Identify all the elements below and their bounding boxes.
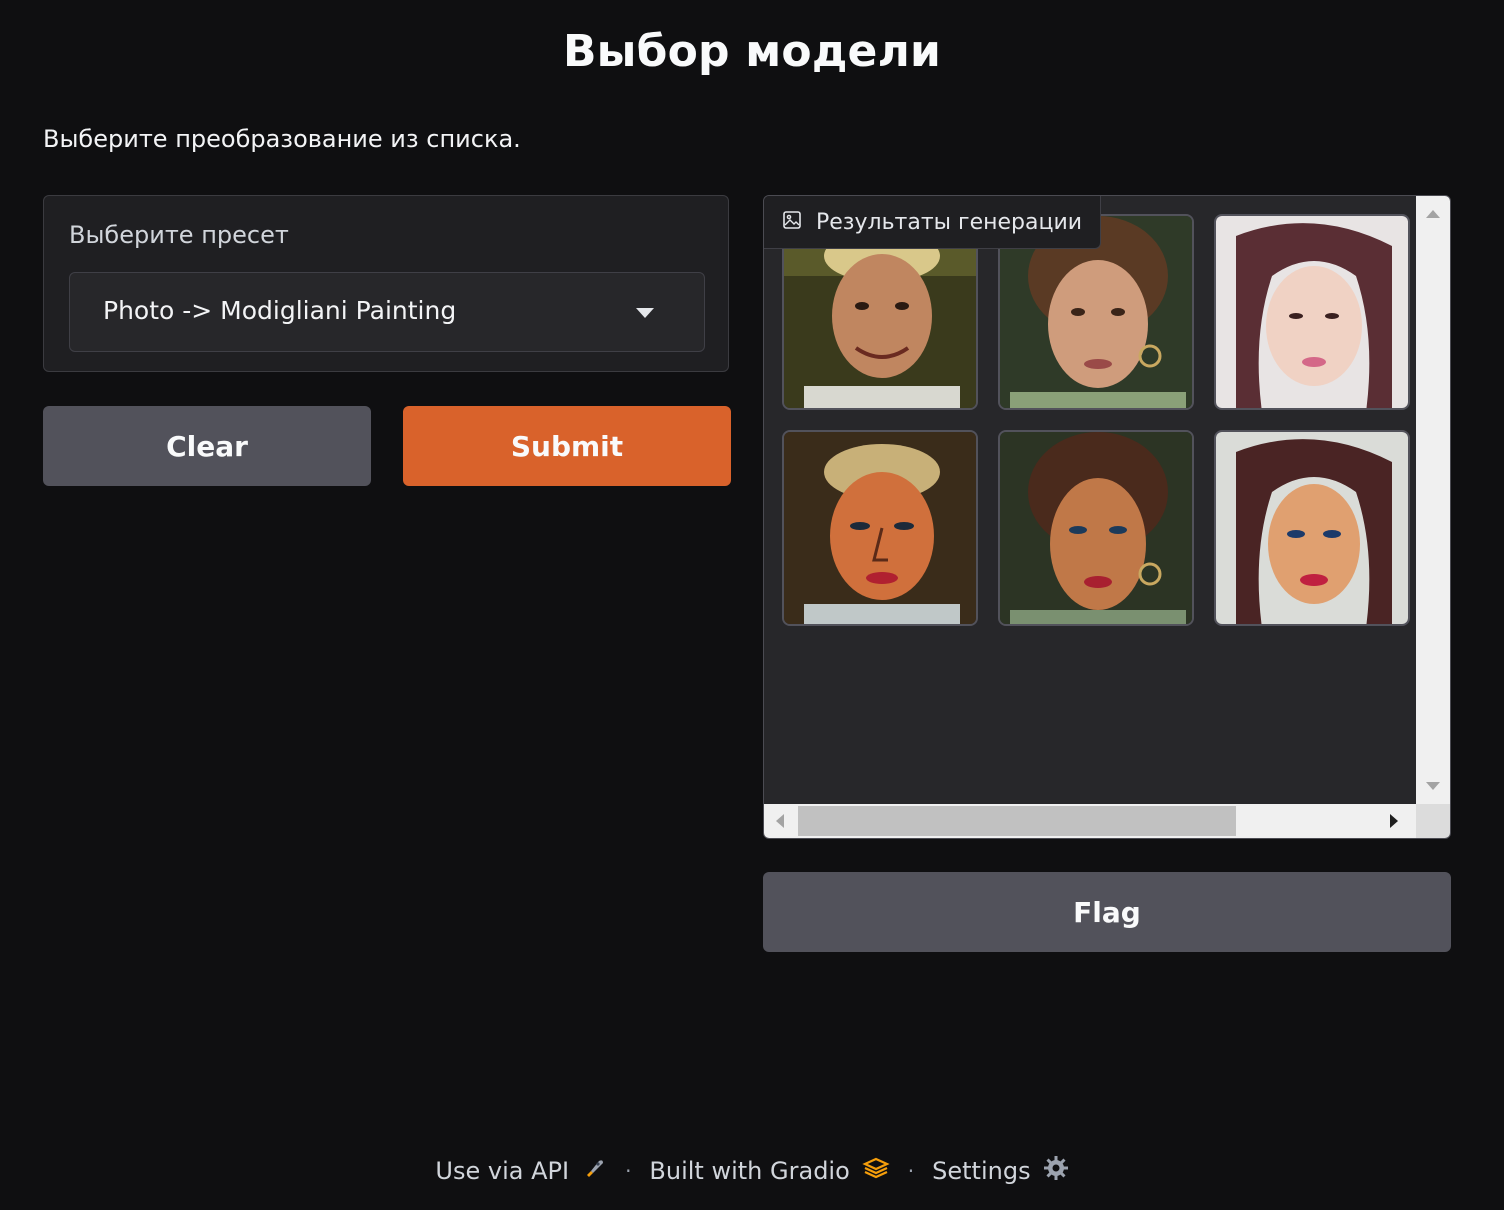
settings-label: Settings	[932, 1157, 1031, 1185]
footer: Use via API · Built with Gradio · Settin…	[0, 1155, 1504, 1187]
footer-separator: ·	[625, 1159, 632, 1183]
results-gallery: Результаты генерации	[763, 195, 1451, 839]
page-title: Выбор модели	[562, 26, 942, 77]
gallery-label-text: Результаты генерации	[816, 209, 1083, 235]
scroll-right-arrow-icon[interactable]	[1390, 814, 1398, 828]
built-with-gradio-link[interactable]: Built with Gradio	[649, 1156, 890, 1186]
clear-button[interactable]: Clear	[43, 406, 371, 486]
app-root: Выбор модели Выберите преобразование из …	[0, 0, 1504, 1210]
gallery-item-5[interactable]	[998, 430, 1194, 626]
built-with-gradio-label: Built with Gradio	[649, 1157, 850, 1185]
chevron-down-icon	[636, 308, 654, 318]
gallery-label: Результаты генерации	[764, 196, 1102, 249]
settings-link[interactable]: Settings	[932, 1155, 1068, 1187]
horizontal-scrollbar[interactable]	[764, 804, 1416, 838]
painting-woman-earrings-image	[1000, 432, 1192, 624]
scroll-up-arrow-icon[interactable]	[1426, 210, 1440, 218]
use-via-api-label: Use via API	[435, 1157, 570, 1185]
submit-button[interactable]: Submit	[403, 406, 731, 486]
scrollbar-corner	[1416, 804, 1450, 838]
rocket-icon	[581, 1155, 607, 1187]
preset-dropdown[interactable]: Photo -> Modigliani Painting	[69, 272, 705, 352]
page-description: Выберите преобразование из списка.	[43, 125, 521, 153]
gradio-logo-icon	[862, 1156, 890, 1186]
vertical-scrollbar[interactable]	[1416, 196, 1450, 804]
preset-panel: Выберите пресет Photo -> Modigliani Pain…	[43, 195, 729, 372]
use-via-api-link[interactable]: Use via API	[435, 1155, 607, 1187]
image-icon	[782, 210, 802, 234]
gallery-item-6[interactable]	[1214, 430, 1410, 626]
flag-button[interactable]: Flag	[763, 872, 1451, 952]
footer-separator-2: ·	[907, 1159, 915, 1183]
scroll-down-arrow-icon[interactable]	[1426, 782, 1440, 790]
gear-icon	[1043, 1155, 1069, 1187]
gallery-item-4[interactable]	[782, 430, 978, 626]
painting-man-cap-image	[784, 432, 976, 624]
horizontal-scroll-thumb[interactable]	[798, 806, 1236, 836]
gallery-item-3[interactable]	[1214, 214, 1410, 410]
photo-young-woman-image	[1216, 216, 1408, 408]
scroll-left-arrow-icon[interactable]	[776, 814, 784, 828]
preset-label: Выберите пресет	[69, 221, 289, 249]
painting-young-woman-image	[1216, 432, 1408, 624]
preset-selected-value: Photo -> Modigliani Painting	[103, 296, 457, 325]
